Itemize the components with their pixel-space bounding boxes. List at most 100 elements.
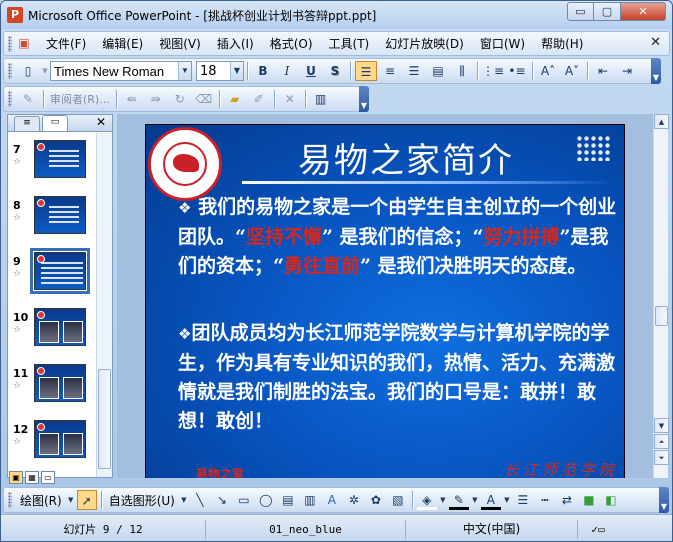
- slides-tab[interactable]: ▭: [42, 115, 68, 131]
- shadow-style-icon[interactable]: ■: [579, 490, 599, 510]
- slide-sorter-icon[interactable]: ▦: [25, 471, 39, 484]
- toolbar-grip[interactable]: [8, 63, 12, 79]
- transition-star-icon[interactable]: ☆: [13, 269, 21, 279]
- clipart-icon[interactable]: ✿: [366, 490, 386, 510]
- menu-view[interactable]: 视图(V): [151, 35, 209, 52]
- scroll-up-icon[interactable]: ▲: [654, 114, 669, 129]
- menu-file[interactable]: 文件(F): [38, 35, 94, 52]
- edit-comment-icon[interactable]: ✐: [248, 89, 270, 109]
- spelling-check-icon[interactable]: ✓▭: [578, 520, 618, 539]
- slide-thumbnail-8[interactable]: 8 ☆: [8, 193, 96, 241]
- arrow-style-icon[interactable]: ⇄: [557, 490, 577, 510]
- slide-thumbnail-7[interactable]: 7 ☆: [8, 137, 96, 185]
- toolbar-grip[interactable]: [8, 91, 12, 107]
- slideshow-view-icon[interactable]: ▭: [41, 471, 55, 484]
- menu-insert[interactable]: 插入(I): [209, 35, 262, 52]
- current-slide[interactable]: 易物之家简介 ❖ 我们的易物之家是一个由学生自主创立的一个创业团队。“坚持不懈”…: [145, 124, 625, 478]
- wordart-icon[interactable]: A: [322, 490, 342, 510]
- rectangle-tool-icon[interactable]: ▭: [234, 490, 254, 510]
- picture-icon[interactable]: ▧: [388, 490, 408, 510]
- close-window-button[interactable]: ✕: [621, 2, 666, 21]
- distribute-icon[interactable]: ▤: [427, 61, 449, 81]
- font-name-combo[interactable]: Times New Roman ▼: [50, 61, 192, 81]
- font-color-icon[interactable]: A: [480, 490, 501, 510]
- chevron-down-icon[interactable]: ▼: [180, 490, 188, 510]
- slide-thumbnail-11[interactable]: 11 ☆: [8, 361, 96, 409]
- chevron-down-icon[interactable]: ▼: [471, 490, 479, 510]
- menu-window[interactable]: 窗口(W): [472, 35, 533, 52]
- underline-button[interactable]: U: [300, 61, 322, 81]
- previous-change-icon[interactable]: ⇚: [121, 89, 143, 109]
- decrease-indent-icon[interactable]: ⇤: [592, 61, 614, 81]
- transition-star-icon[interactable]: ☆: [13, 381, 21, 391]
- bold-button[interactable]: B: [252, 61, 274, 81]
- dropdown-arrow-icon[interactable]: ▼: [41, 61, 49, 81]
- menu-help[interactable]: 帮助(H): [533, 35, 591, 52]
- dash-style-icon[interactable]: ┅: [535, 490, 555, 510]
- close-pane-button[interactable]: ✕: [96, 115, 106, 129]
- align-right-icon[interactable]: ☰: [403, 61, 425, 81]
- markup-icon[interactable]: ✎: [17, 89, 39, 109]
- chevron-down-icon[interactable]: ▼: [503, 490, 511, 510]
- vertical-textbox-icon[interactable]: ▥: [300, 490, 320, 510]
- pane-scrollbar[interactable]: [96, 133, 112, 477]
- decrease-font-button[interactable]: A˅: [561, 61, 583, 81]
- powerpoint-app-icon[interactable]: P: [7, 7, 23, 23]
- toolbar-options-icon[interactable]: ▼: [359, 86, 369, 112]
- transition-star-icon[interactable]: ☆: [13, 213, 21, 223]
- previous-slide-icon[interactable]: ⏶: [654, 434, 669, 449]
- apply-change-icon[interactable]: ↻: [169, 89, 191, 109]
- slide-thumbnail-12[interactable]: 12 ☆: [8, 417, 96, 465]
- fill-color-icon[interactable]: ◈: [416, 490, 437, 510]
- increase-font-button[interactable]: A˄: [537, 61, 559, 81]
- scrollbar-thumb[interactable]: [655, 306, 668, 326]
- slide-thumbnail-10[interactable]: 10 ☆: [8, 305, 96, 353]
- normal-view-icon[interactable]: ▣: [9, 471, 23, 484]
- minimize-button[interactable]: ▭: [567, 2, 594, 21]
- delete-change-icon[interactable]: ⌫: [193, 89, 215, 109]
- toolbar-grip[interactable]: [8, 35, 12, 52]
- slide-title[interactable]: 易物之家简介: [256, 133, 556, 182]
- vertical-text-icon[interactable]: ⫼: [451, 61, 473, 81]
- oval-tool-icon[interactable]: ◯: [256, 490, 276, 510]
- toolbar-grip[interactable]: [8, 492, 12, 508]
- align-center-icon[interactable]: ≡: [379, 61, 401, 81]
- autoshapes-button[interactable]: 自选图形(U): [105, 492, 179, 509]
- outline-tab[interactable]: ≡: [14, 116, 40, 131]
- shadow-button[interactable]: S: [324, 61, 346, 81]
- 3d-style-icon[interactable]: ◧: [601, 490, 621, 510]
- transition-star-icon[interactable]: ☆: [13, 325, 21, 335]
- reviewer-button[interactable]: 审阅者(R)...: [47, 91, 113, 107]
- transition-star-icon[interactable]: ☆: [13, 437, 21, 447]
- maximize-button[interactable]: ▢: [594, 2, 621, 21]
- menu-tools[interactable]: 工具(T): [321, 35, 378, 52]
- chevron-down-icon[interactable]: ▼: [178, 62, 191, 80]
- next-slide-icon[interactable]: ⏷: [654, 450, 669, 465]
- italic-button[interactable]: I: [276, 61, 298, 81]
- align-left-icon[interactable]: ☰: [355, 61, 377, 81]
- diagram-icon[interactable]: ✲: [344, 490, 364, 510]
- next-change-icon[interactable]: ⇛: [145, 89, 167, 109]
- team-paragraph[interactable]: ❖团队成员均为长江师范学院数学与计算机学院的学生，作为具有专业知识的我们，热情、…: [178, 319, 618, 436]
- arrow-tool-icon[interactable]: ↘: [212, 490, 232, 510]
- numbering-icon[interactable]: ⋮≡: [482, 61, 504, 81]
- draw-menu-button[interactable]: 绘图(R): [16, 492, 66, 509]
- scroll-down-icon[interactable]: ▼: [654, 418, 669, 433]
- chevron-down-icon[interactable]: ▼: [67, 490, 75, 510]
- chevron-down-icon[interactable]: ▼: [230, 62, 243, 80]
- menu-format[interactable]: 格式(O): [262, 35, 321, 52]
- close-document-button[interactable]: ✕: [650, 35, 661, 50]
- transition-star-icon[interactable]: ☆: [13, 157, 21, 167]
- intro-paragraph[interactable]: ❖ 我们的易物之家是一个由学生自主创立的一个创业团队。“坚持不懈” 是我们的信念…: [178, 193, 618, 281]
- toolbar-options-icon[interactable]: ▼: [651, 58, 661, 84]
- new-document-icon[interactable]: ▯: [17, 61, 39, 81]
- line-tool-icon[interactable]: ╲: [190, 490, 210, 510]
- select-pointer-icon[interactable]: ➚: [76, 490, 97, 510]
- menu-edit[interactable]: 编辑(E): [94, 35, 151, 52]
- bullets-icon[interactable]: •≡: [506, 61, 528, 81]
- scrollbar-thumb[interactable]: [98, 369, 111, 469]
- font-size-combo[interactable]: 18 ▼: [196, 61, 244, 81]
- chevron-down-icon[interactable]: ▼: [439, 490, 447, 510]
- slide-thumbnail-9[interactable]: 9 ☆: [8, 248, 96, 297]
- folder-icon[interactable]: ▰: [224, 89, 246, 109]
